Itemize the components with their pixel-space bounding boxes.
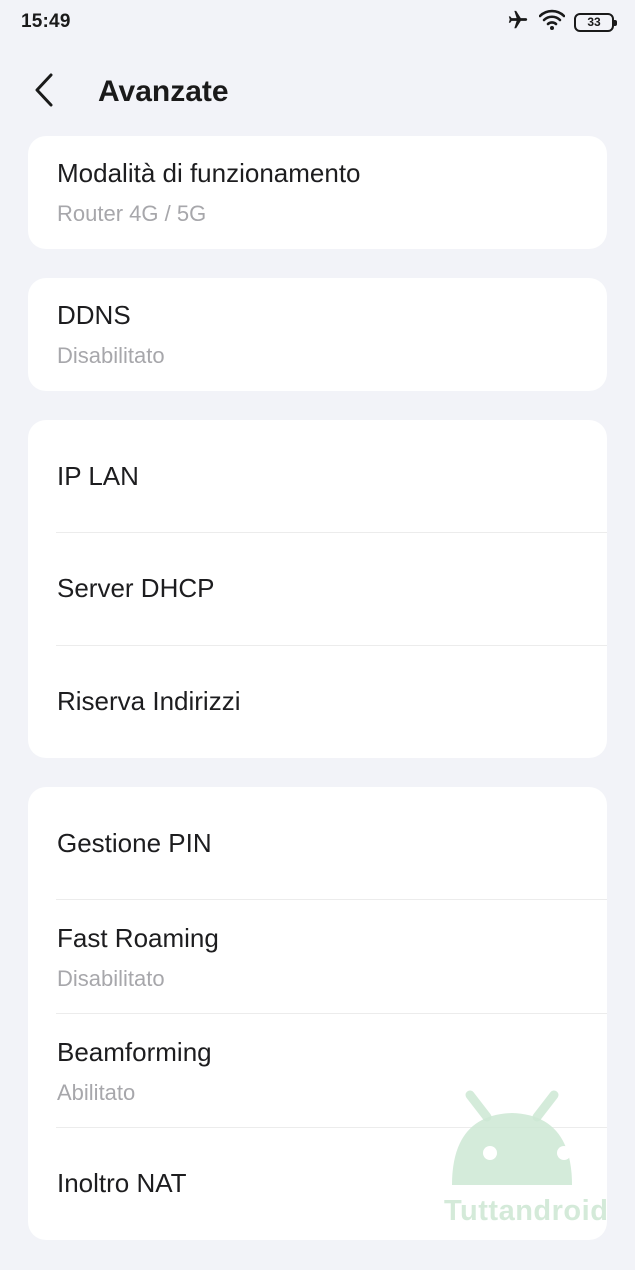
setting-item-ip-lan[interactable]: IP LAN bbox=[28, 420, 607, 532]
wifi-icon bbox=[538, 9, 566, 36]
setting-label: Gestione PIN bbox=[57, 827, 212, 858]
setting-value: Router 4G / 5G bbox=[57, 201, 207, 226]
setting-label: Server DHCP bbox=[57, 573, 215, 603]
header: Avanzate bbox=[0, 60, 635, 124]
page-title: Avanzate bbox=[98, 75, 229, 108]
setting-item-fast-roaming[interactable]: Fast Roaming Disabilitato bbox=[28, 899, 607, 1013]
airplane-icon bbox=[506, 9, 530, 36]
setting-label: Fast Roaming bbox=[57, 923, 219, 953]
setting-item-beamforming[interactable]: Beamforming Abilitato bbox=[28, 1013, 607, 1127]
setting-item-dhcp-server[interactable]: Server DHCP bbox=[28, 532, 607, 645]
settings-card-mode: Modalità di funzionamento Router 4G / 5G bbox=[28, 136, 607, 249]
back-button[interactable] bbox=[26, 70, 62, 114]
setting-item-pin-management[interactable]: Gestione PIN bbox=[28, 787, 607, 899]
status-time: 15:49 bbox=[21, 11, 71, 32]
setting-item-address-reservation[interactable]: Riserva Indirizzi bbox=[28, 645, 607, 758]
settings-card-advanced: Gestione PIN Fast Roaming Disabilitato B… bbox=[28, 787, 607, 1240]
setting-item-ddns[interactable]: DDNS Disabilitato bbox=[28, 278, 607, 391]
setting-value: Abilitato bbox=[57, 1080, 136, 1105]
setting-label: Inoltro NAT bbox=[57, 1168, 187, 1198]
setting-label: Beamforming bbox=[57, 1037, 212, 1067]
settings-card-ddns: DDNS Disabilitato bbox=[28, 278, 607, 391]
battery-icon: 33 bbox=[574, 12, 617, 32]
status-bar: 15:49 33 bbox=[0, 0, 635, 44]
setting-label: IP LAN bbox=[57, 460, 139, 491]
setting-label: Modalità di funzionamento bbox=[57, 158, 361, 188]
setting-item-nat-forwarding[interactable]: Inoltro NAT bbox=[28, 1127, 607, 1240]
status-icons: 33 bbox=[506, 9, 617, 36]
setting-value: Disabilitato bbox=[57, 343, 165, 368]
setting-label: Riserva Indirizzi bbox=[57, 686, 241, 716]
battery-level: 33 bbox=[587, 15, 601, 29]
settings-card-lan: IP LAN Server DHCP Riserva Indirizzi bbox=[28, 420, 607, 758]
setting-label: DDNS bbox=[57, 300, 131, 330]
setting-item-operating-mode[interactable]: Modalità di funzionamento Router 4G / 5G bbox=[28, 136, 607, 249]
setting-value: Disabilitato bbox=[57, 966, 165, 991]
chevron-left-icon bbox=[33, 72, 55, 113]
